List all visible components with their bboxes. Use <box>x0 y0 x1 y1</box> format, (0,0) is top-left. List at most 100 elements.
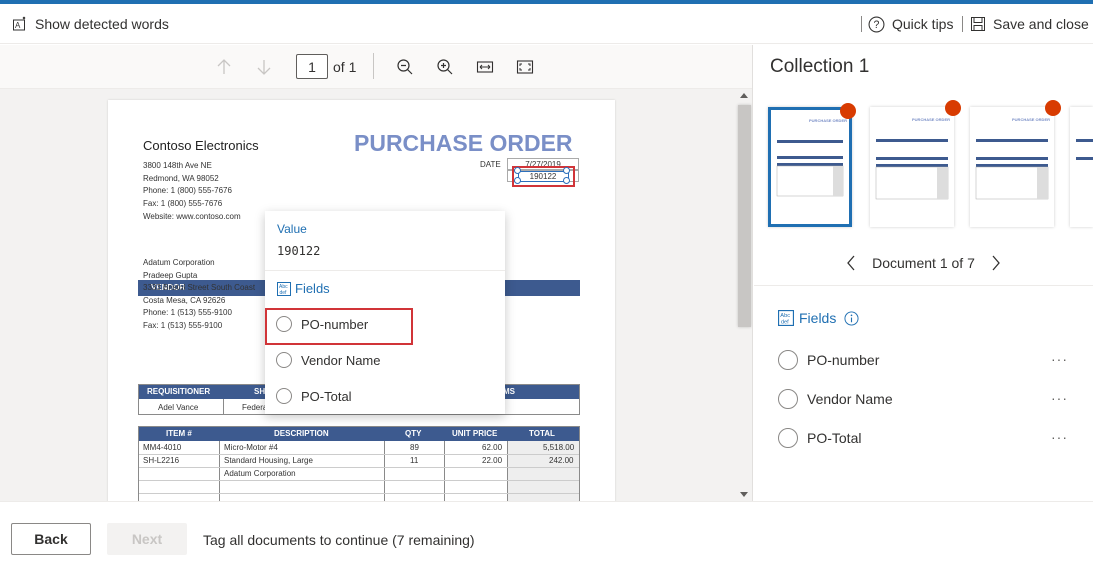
doc-address-line: Redmond, WA 98052 <box>143 173 219 183</box>
thumbnail-title: PURCHASE ORDER <box>912 117 950 122</box>
doc-req-header: REQUISITIONER <box>147 387 211 396</box>
separator <box>962 16 963 32</box>
selection-handle[interactable] <box>514 177 521 184</box>
quick-tips-button[interactable]: ? Quick tips <box>868 4 953 44</box>
previous-page-button[interactable] <box>212 55 236 79</box>
radio-button[interactable] <box>778 350 798 370</box>
doc-vendor-block: Adatum Corporation Pradeep Gupta 3333 Br… <box>143 257 255 332</box>
word-selection-box[interactable] <box>518 171 569 182</box>
fit-width-button[interactable] <box>473 55 497 79</box>
field-row-vendor-name[interactable]: Vendor Name ··· <box>778 388 1068 410</box>
more-options-button[interactable]: ··· <box>1051 390 1068 406</box>
table-divider <box>444 441 445 501</box>
document-counter: Document 1 of 7 <box>872 255 975 271</box>
field-row-po-number[interactable]: PO-number ··· <box>778 349 1068 371</box>
document-thumbnail-4[interactable] <box>1070 107 1093 227</box>
doc-title: PURCHASE ORDER <box>354 130 573 156</box>
doc-vendor-line: Adatum Corporation <box>143 258 215 267</box>
popup-option-po-total[interactable]: PO-Total <box>276 386 352 406</box>
doc-address: 3800 148th Ave NE Redmond, WA 98052 Phon… <box>143 160 241 224</box>
page-count-label: of 1 <box>333 59 357 75</box>
untagged-badge <box>840 103 856 119</box>
zoom-out-button[interactable] <box>393 55 417 79</box>
popup-option-vendor-name[interactable]: Vendor Name <box>276 350 381 370</box>
show-detected-words-label: Show detected words <box>35 16 169 32</box>
radio-button[interactable] <box>778 428 798 448</box>
doc-items-header-bar: ITEM # DESCRIPTION QTY UNIT PRICE TOTAL <box>139 427 579 441</box>
footer-status-message: Tag all documents to continue (7 remaini… <box>203 532 475 548</box>
field-row-po-total[interactable]: PO-Total ··· <box>778 427 1068 449</box>
doc-item-cell: 62.00 <box>482 443 503 452</box>
zoom-in-button[interactable] <box>433 55 457 79</box>
row-line <box>139 467 579 468</box>
pane-divider <box>754 285 1093 286</box>
doc-vendor-line: Fax: 1 (513) 555-9100 <box>143 320 223 330</box>
scroll-down-arrow[interactable] <box>740 492 748 497</box>
field-label: PO-number <box>807 352 880 368</box>
doc-vendor-line: 3333 Bristol Street South Coast <box>143 283 256 292</box>
selection-handle[interactable] <box>563 177 570 184</box>
thumbnail-preview <box>1076 139 1093 160</box>
row-line <box>139 454 579 455</box>
document-thumbnail-1[interactable]: PURCHASE ORDER <box>768 103 856 227</box>
selection-handle[interactable] <box>514 167 521 174</box>
untagged-badge <box>945 100 961 116</box>
doc-item-cell: 11 <box>410 456 419 465</box>
help-icon: ? <box>868 16 885 32</box>
fields-section-label: Fields <box>799 310 837 326</box>
row-line <box>139 480 579 481</box>
doc-items-table: ITEM # DESCRIPTION QTY UNIT PRICE TOTAL … <box>138 426 580 501</box>
fit-page-icon <box>516 60 534 74</box>
chevron-left-icon[interactable] <box>846 255 856 271</box>
radio-button[interactable] <box>778 389 798 409</box>
doc-items-header: QTY <box>405 429 422 438</box>
doc-item-cell: MM4-4010 <box>143 443 182 452</box>
svg-text:def: def <box>781 320 789 326</box>
scrollbar-thumb[interactable] <box>738 105 751 327</box>
doc-vendor-line: Pradeep Gupta <box>143 270 198 280</box>
popup-option-label: Vendor Name <box>301 352 381 368</box>
table-divider <box>223 399 224 414</box>
next-page-button[interactable] <box>252 55 276 79</box>
document-viewer: 1 of 1 Contoso Electronics PURCHASE ORDE… <box>0 45 753 501</box>
radio-button[interactable] <box>276 352 292 368</box>
fields-icon: Abcdef <box>778 310 794 326</box>
field-label: PO-Total <box>807 430 862 446</box>
selection-handle[interactable] <box>563 167 570 174</box>
radio-button[interactable] <box>276 388 292 404</box>
doc-vendor-line: Phone: 1 (513) 555-9100 <box>143 308 232 317</box>
document-navigation: Document 1 of 7 <box>754 252 1093 274</box>
info-icon[interactable] <box>844 310 859 326</box>
page-number-input[interactable]: 1 <box>296 54 328 79</box>
row-line <box>139 493 579 494</box>
scroll-up-arrow[interactable] <box>740 93 748 98</box>
next-button[interactable]: Next <box>107 523 187 555</box>
thumbnail-preview: PURCHASE ORDER <box>975 117 1050 200</box>
popup-divider <box>265 270 505 271</box>
document-thumbnail-2[interactable]: PURCHASE ORDER <box>870 100 961 227</box>
doc-item-cell: Standard Housing, Large <box>224 456 313 465</box>
chevron-right-icon[interactable] <box>991 255 1001 271</box>
svg-text:Abc: Abc <box>780 313 790 319</box>
zoom-out-icon <box>397 59 413 75</box>
document-thumbnail-3[interactable]: PURCHASE ORDER <box>970 100 1061 227</box>
more-options-button[interactable]: ··· <box>1051 429 1068 445</box>
viewer-toolbar: 1 of 1 <box>0 45 752 89</box>
popup-value-label: Value <box>277 222 307 236</box>
more-options-button[interactable]: ··· <box>1051 351 1068 367</box>
doc-item-cell: 22.00 <box>482 456 503 465</box>
show-detected-words-button[interactable]: A Show detected words <box>12 4 169 44</box>
save-and-close-button[interactable]: Save and close <box>970 4 1089 44</box>
fields-icon: Abcdef <box>277 281 291 296</box>
back-button[interactable]: Back <box>11 523 91 555</box>
save-icon <box>971 17 985 31</box>
viewer-scrollbar[interactable] <box>736 89 752 501</box>
doc-items-header: TOTAL <box>529 429 555 438</box>
doc-address-line: Fax: 1 (800) 555-7676 <box>143 199 223 209</box>
doc-items-header: ITEM # <box>166 429 192 438</box>
doc-item-cell: 242.00 <box>549 456 574 465</box>
footer-bar: Back Next Tag all documents to continue … <box>0 501 1093 569</box>
fit-page-button[interactable] <box>513 55 537 79</box>
zoom-in-icon <box>437 59 453 75</box>
untagged-badge <box>1045 100 1061 116</box>
